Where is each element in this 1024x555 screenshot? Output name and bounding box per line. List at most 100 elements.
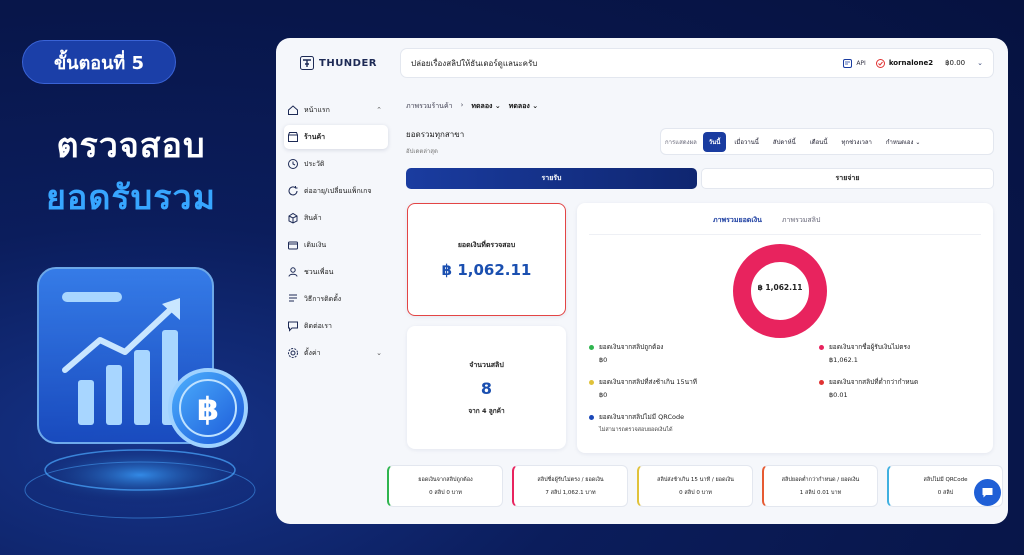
sidebar-item-install[interactable]: วิธีการติดตั้ง [284, 287, 388, 311]
range-label: การแสดงผล [665, 138, 697, 146]
thunder-logo-icon [300, 56, 314, 70]
chat-button[interactable] [974, 479, 1001, 506]
top-bar: ปล่อยเรื่องสลิปให้ธันเดอร์ดูแลนะครับ API… [400, 48, 994, 78]
chevron-up-icon: ⌃ [376, 106, 382, 114]
checked-amount-card: ยอดเงินที่ตรวจสอบ ฿ 1,062.11 [407, 203, 566, 316]
range-yesterday-button[interactable]: เมื่อวานนี้ [728, 132, 765, 152]
install-icon [289, 294, 297, 302]
sidebar-item-product[interactable]: สินค้า [284, 206, 388, 230]
checked-amount-value: ฿ 1,062.11 [441, 261, 532, 279]
sidebar-item-label: หน้าแรก [304, 105, 330, 114]
legend-item: ยอดเงินจากชื่อผู้รับเงินไม่ตรง ฿1,062.1 [819, 342, 1008, 364]
type-tabs: รายรับ รายจ่าย [406, 168, 994, 189]
sidebar-item-home[interactable]: หน้าแรก ⌃ [284, 98, 388, 122]
divider [589, 234, 981, 235]
renew-icon [288, 186, 298, 196]
last-updated: อัปเดตล่าสุด [406, 148, 438, 155]
legend-item: ยอดเงินจากสลิปที่ส่งช้าเกิน 15นาที ฿0 [589, 377, 779, 399]
chart-tabs: ภาพรวมยอดเงิน ภาพรวมสลิป [703, 211, 830, 235]
user-menu[interactable]: kornalone2 ฿0.00 ⌄ [875, 58, 983, 68]
tab-slip-overview[interactable]: ภาพรวมสลิป [772, 211, 830, 235]
sidebar-item-label: สินค้า [304, 213, 322, 222]
date-range-selector: การแสดงผล วันนี้ เมื่อวานนี้ สัปดาห์นี้ … [660, 128, 994, 155]
breadcrumb-root[interactable]: ภาพรวมร้านค้า [406, 101, 453, 112]
legend-item: ยอดเงินจากสลิปที่ต่ำกว่ากำหนด ฿0.01 [819, 377, 1008, 399]
legend-item: ยอดเงินจากสลิปไม่มี QRCode ไม่สามารถตรวจ… [589, 412, 779, 434]
topup-icon [288, 241, 298, 250]
legend-label: ยอดเงินจากชื่อผู้รับเงินไม่ตรง [829, 343, 911, 351]
sidebar-item-history[interactable]: ประวัติ [284, 152, 388, 176]
sidebar-item-topup[interactable]: เติมเงิน [284, 233, 388, 257]
overview-chart-card: ภาพรวมยอดเงิน ภาพรวมสลิป ฿ 1,062.11 ยอดเ… [577, 203, 993, 453]
sidebar: หน้าแรก ⌃ ร้านค้า ประวัติ ต่ออายุ/เปลี่ย… [284, 98, 388, 368]
sidebar-item-label: ติดต่อเรา [304, 321, 332, 330]
tab-amount-overview[interactable]: ภาพรวมยอดเงิน [703, 211, 772, 235]
logo-text: THUNDER [319, 57, 378, 69]
store-icon [288, 132, 298, 142]
legend-value: ฿0 [599, 356, 608, 364]
stat-title: สลิปส่งช้าเกิน 15 นาที / ยอดเงิน [657, 476, 734, 483]
history-icon [288, 159, 298, 169]
tab-income[interactable]: รายรับ [406, 168, 697, 189]
product-icon [288, 212, 298, 224]
promo-title-line2: ยอดรับรวม [45, 178, 217, 218]
sidebar-item-label: วิธีการติดตั้ง [304, 294, 342, 303]
range-month-button[interactable]: เดือนนี้ [804, 132, 834, 152]
legend-dot [589, 414, 594, 420]
stat-value: 1 สลิป 0.01 บาท [799, 489, 842, 496]
step-badge: ขั้นตอนที่ 5 [22, 40, 176, 84]
sidebar-item-settings[interactable]: ตั้งค่า ⌄ [284, 341, 388, 365]
legend-dot [819, 344, 824, 350]
logo[interactable]: THUNDER [300, 56, 377, 70]
slip-count-customers: จาก 4 ลูกค้า [468, 406, 505, 415]
stat-value: 7 สลิป 1,062.1 บาท [545, 489, 596, 496]
tab-expense[interactable]: รายจ่าย [701, 168, 994, 189]
api-link[interactable]: API [843, 58, 866, 68]
sidebar-item-contact[interactable]: ติดต่อเรา [284, 314, 388, 338]
sidebar-item-invite[interactable]: ชวนเพื่อน [284, 260, 388, 284]
stat-card: ยอดเงินจากสลิปถูกต้อง 0 สลิป 0 บาท [387, 465, 503, 507]
stat-value: 0 สลิป 0 บาท [679, 489, 712, 496]
api-label: API [856, 59, 866, 67]
user-avatar-icon [875, 58, 885, 68]
legend-value: ฿0.01 [829, 391, 848, 399]
range-custom-button[interactable]: กำหนดเอง ⌄ [880, 132, 926, 152]
promo-title-line1: ตรวจสอบ [56, 126, 206, 166]
sidebar-item-label: ชวนเพื่อน [304, 267, 334, 276]
stat-card: สลิปยอดต่ำกว่ากำหนด / ยอดเงิน 1 สลิป 0.0… [762, 465, 878, 507]
range-today-button[interactable]: วันนี้ [702, 131, 727, 152]
stat-title: ยอดเงินจากสลิปถูกต้อง [418, 476, 473, 483]
home-icon [288, 105, 298, 115]
slip-count-label: จำนวนสลิป [469, 360, 504, 369]
sidebar-item-label: เติมเงิน [304, 240, 327, 249]
legend-value: ฿1,062.1 [829, 356, 858, 364]
stat-card: สลิปส่งช้าเกิน 15 นาที / ยอดเงิน 0 สลิป … [637, 465, 753, 507]
sidebar-item-renew[interactable]: ต่ออายุ/เปลี่ยนแพ็กเกจ [284, 179, 388, 203]
app-window: THUNDER ปล่อยเรื่องสลิปให้ธันเดอร์ดูแลนะ… [276, 38, 1008, 524]
legend-label: ยอดเงินจากสลิปไม่มี QRCode [599, 413, 685, 421]
range-all-button[interactable]: ทุกช่วงเวลา [835, 132, 877, 152]
stat-title: สลิปชื่อผู้รับไม่ตรง / ยอดเงิน [537, 476, 604, 483]
sidebar-item-store[interactable]: ร้านค้า [284, 125, 388, 149]
stat-title: สลิปยอดต่ำกว่ากำหนด / ยอดเงิน [781, 476, 860, 483]
chevron-down-icon: ⌄ [977, 59, 983, 67]
breadcrumb-shop[interactable]: ทดลอง ⌄ [471, 101, 500, 112]
sidebar-item-label: ร้านค้า [304, 132, 326, 141]
stat-value: 0 สลิป [937, 489, 954, 496]
range-week-button[interactable]: สัปดาห์นี้ [767, 132, 802, 152]
page-title: ยอดรวมทุกสาขา [406, 130, 465, 139]
user-balance: ฿0.00 [945, 59, 966, 67]
legend-note: ไม่สามารถตรวจสอบยอดเงินได้ [599, 427, 673, 433]
contact-icon [288, 321, 298, 332]
stat-value: 0 สลิป 0 บาท [429, 489, 462, 496]
invite-icon [288, 267, 298, 277]
sidebar-item-label: ต่ออายุ/เปลี่ยนแพ็กเกจ [304, 186, 372, 195]
legend-label: ยอดเงินจากสลิปที่ส่งช้าเกิน 15นาที [599, 378, 698, 386]
stat-card: สลิปชื่อผู้รับไม่ตรง / ยอดเงิน 7 สลิป 1,… [512, 465, 628, 507]
stat-title: สลิปไม่มี QRCode [923, 476, 968, 483]
legend-label: ยอดเงินจากสลิปที่ต่ำกว่ากำหนด [829, 378, 919, 386]
slip-count-value: 8 [480, 378, 493, 398]
username: kornalone2 [888, 59, 934, 67]
checked-amount-label: ยอดเงินที่ตรวจสอบ [457, 241, 516, 249]
breadcrumb-branch[interactable]: ทดลอง ⌄ [509, 101, 538, 112]
